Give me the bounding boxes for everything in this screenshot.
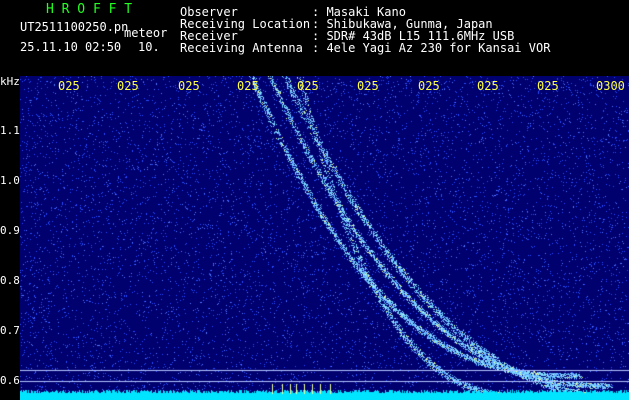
x-tick-label: 025	[537, 79, 559, 93]
header-panel: H R O F F T UT2511100250.pn meteor 25.11…	[0, 0, 629, 72]
y-tick-label: 0.8	[0, 274, 20, 287]
x-tick-label: 025	[178, 79, 200, 93]
y-tick-label: 0.7	[0, 324, 20, 337]
detection-tag: meteor	[124, 26, 168, 40]
x-tick-label: 025	[357, 79, 379, 93]
antenna-label: Receiving Antenna	[180, 41, 303, 55]
capture-datetime: 25.11.10 02:50	[20, 40, 122, 54]
capture-counter: 10.	[138, 40, 160, 54]
y-tick-label: 0.6	[0, 374, 20, 387]
y-tick-label: 0.9	[0, 224, 20, 237]
x-tick-label: 025	[477, 79, 499, 93]
x-tick-label: 025	[117, 79, 139, 93]
x-tick-label: 0300	[596, 79, 625, 93]
hrofft-window: H R O F F T UT2511100250.pn meteor 25.11…	[0, 0, 629, 400]
axis-overlay: kHz 1.1 1.0 0.9 0.8 0.7 0.6	[0, 76, 629, 400]
x-tick-label: 025	[418, 79, 440, 93]
antenna-value: : 4ele Yagi Az 230 for Kansai VOR	[312, 41, 551, 55]
y-unit-label: kHz	[0, 75, 20, 88]
y-tick-label: 1.1	[0, 124, 20, 137]
x-tick-label: 025	[237, 79, 259, 93]
x-tick-label: 025	[297, 79, 319, 93]
x-tick-label: 025	[58, 79, 80, 93]
app-title: H R O F F T	[46, 2, 133, 17]
image-filename: UT2511100250.pn	[20, 20, 129, 34]
y-tick-label: 1.0	[0, 174, 20, 187]
